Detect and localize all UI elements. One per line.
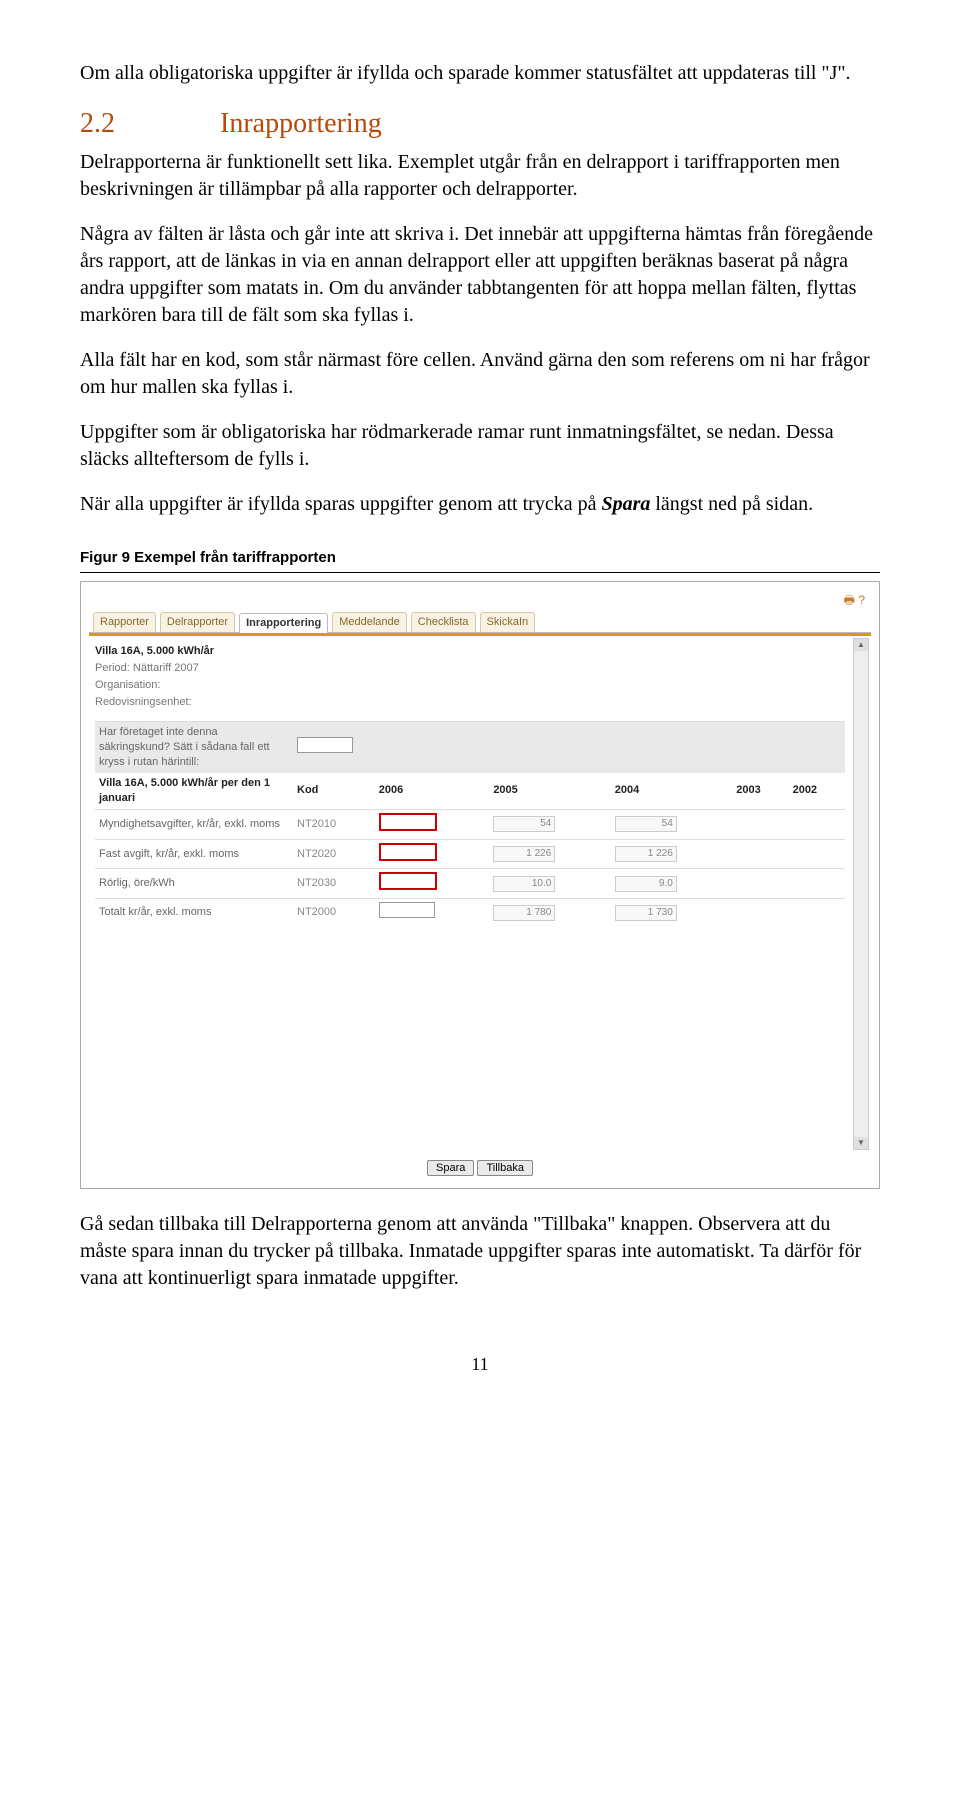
- row-label: Totalt kr/år, exkl. moms: [95, 899, 293, 926]
- section-number: 2.2: [80, 105, 220, 143]
- scroll-down-icon[interactable]: ▼: [854, 1137, 868, 1149]
- scroll-up-icon[interactable]: ▲: [854, 639, 868, 651]
- paragraph: Några av fälten är låsta och går inte at…: [80, 221, 880, 329]
- row-label: Rörlig, öre/kWh: [95, 869, 293, 899]
- question-checkbox[interactable]: [297, 737, 353, 753]
- value-2004: 9.0: [615, 876, 677, 892]
- value-2004: 1 730: [615, 905, 677, 921]
- col-2006: 2006: [375, 773, 490, 809]
- question-row: Har företaget inte denna säkringskund? S…: [95, 722, 845, 773]
- page-number: 11: [80, 1352, 880, 1376]
- value-2005: 10.0: [493, 876, 555, 892]
- table-row: Myndighetsavgifter, kr/år, exkl. moms NT…: [95, 809, 845, 839]
- tab-delrapporter[interactable]: Delrapporter: [160, 612, 235, 632]
- text-run: längst ned på sidan.: [650, 493, 813, 515]
- figure-rule: [80, 572, 880, 573]
- save-button[interactable]: Spara: [427, 1160, 474, 1176]
- table-row: Rörlig, öre/kWh NT2030 10.0 9.0: [95, 869, 845, 899]
- row-label: Fast avgift, kr/år, exkl. moms: [95, 839, 293, 869]
- paragraph: Alla fält har en kod, som står närmast f…: [80, 347, 880, 401]
- screenshot-figure: 🖶 ? Rapporter Delrapporter Inrapporterin…: [80, 581, 880, 1189]
- value-2005: 54: [493, 816, 555, 832]
- paragraph: Delrapporterna är funktionellt sett lika…: [80, 149, 880, 203]
- tab-bar: Rapporter Delrapporter Inrapportering Me…: [89, 612, 871, 633]
- subheading: Villa 16A, 5.000 kWh/år per den 1 januar…: [95, 773, 293, 809]
- tab-rapporter[interactable]: Rapporter: [93, 612, 156, 632]
- section-heading: 2.2 Inrapportering: [80, 105, 880, 143]
- back-button[interactable]: Tillbaka: [477, 1160, 533, 1176]
- report-title: Villa 16A, 5.000 kWh/år: [95, 644, 865, 659]
- report-meta: Period: Nättariff 2007: [95, 661, 865, 676]
- col-kod: Kod: [293, 773, 375, 809]
- text-emphasis: Spara: [601, 493, 650, 515]
- scrollbar[interactable]: ▲ ▼: [853, 638, 869, 1150]
- report-meta: Redovisningsenhet:: [95, 695, 865, 710]
- print-icon[interactable]: 🖶: [844, 593, 855, 607]
- figure-caption: Figur 9 Exempel från tariffrapporten: [80, 548, 880, 568]
- row-label: Myndighetsavgifter, kr/år, exkl. moms: [95, 809, 293, 839]
- table-row: Totalt kr/år, exkl. moms NT2000 1 780 1 …: [95, 899, 845, 926]
- input-2006[interactable]: [379, 843, 437, 861]
- report-meta: Organisation:: [95, 678, 865, 693]
- paragraph: Gå sedan tillbaka till Delrapporterna ge…: [80, 1211, 880, 1292]
- row-kod: NT2000: [293, 899, 375, 926]
- report-panel: ▲ ▼ Villa 16A, 5.000 kWh/år Period: Nätt…: [89, 633, 871, 1152]
- paragraph: Om alla obligatoriska uppgifter är ifyll…: [80, 60, 880, 87]
- tab-meddelande[interactable]: Meddelande: [332, 612, 407, 632]
- input-2006[interactable]: [379, 872, 437, 890]
- value-2005: 1 226: [493, 846, 555, 862]
- report-table: Har företaget inte denna säkringskund? S…: [95, 721, 845, 926]
- input-2006[interactable]: [379, 902, 435, 918]
- toolbar-icons: 🖶 ?: [89, 588, 871, 612]
- col-2003: 2003: [732, 773, 788, 809]
- input-2006[interactable]: [379, 813, 437, 831]
- value-2004: 1 226: [615, 846, 677, 862]
- button-bar: Spara Tillbaka: [89, 1152, 871, 1180]
- text-run: När alla uppgifter är ifyllda sparas upp…: [80, 493, 601, 515]
- help-icon[interactable]: ?: [858, 593, 865, 607]
- tab-checklista[interactable]: Checklista: [411, 612, 476, 632]
- table-row: Fast avgift, kr/år, exkl. moms NT2020 1 …: [95, 839, 845, 869]
- paragraph: När alla uppgifter är ifyllda sparas upp…: [80, 491, 880, 518]
- value-2005: 1 780: [493, 905, 555, 921]
- row-kod: NT2030: [293, 869, 375, 899]
- table-header-row: Villa 16A, 5.000 kWh/år per den 1 januar…: [95, 773, 845, 809]
- section-title: Inrapportering: [220, 105, 382, 143]
- col-2002: 2002: [789, 773, 845, 809]
- paragraph: Uppgifter som är obligatoriska har rödma…: [80, 419, 880, 473]
- row-kod: NT2020: [293, 839, 375, 869]
- question-text: Har företaget inte denna säkringskund? S…: [95, 722, 293, 773]
- row-kod: NT2010: [293, 809, 375, 839]
- tab-inrapportering[interactable]: Inrapportering: [239, 613, 328, 633]
- value-2004: 54: [615, 816, 677, 832]
- col-2005: 2005: [489, 773, 610, 809]
- tab-skickain[interactable]: SkickaIn: [480, 612, 536, 632]
- col-2004: 2004: [611, 773, 732, 809]
